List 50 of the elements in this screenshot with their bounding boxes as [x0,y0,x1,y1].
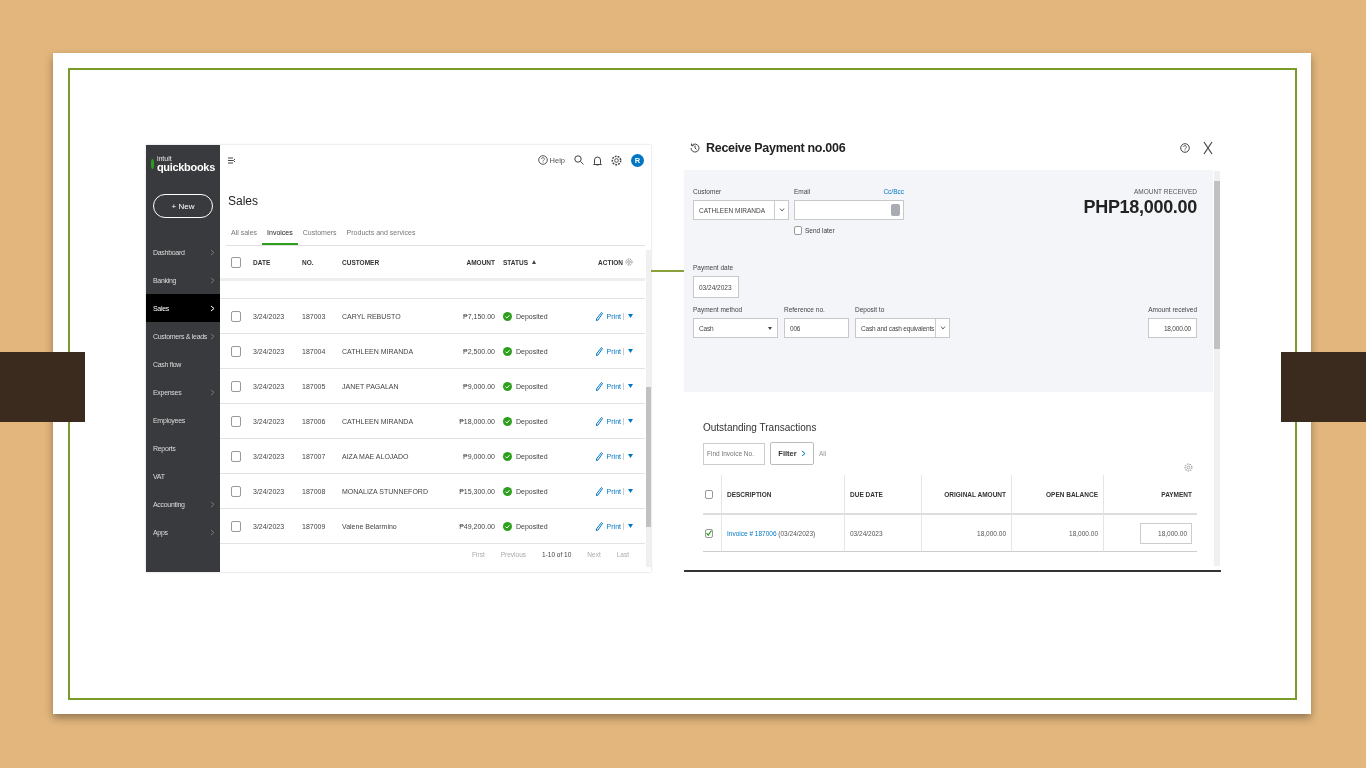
help-icon [537,155,548,165]
check-circle-icon [503,416,512,426]
pencil-icon[interactable] [595,311,603,321]
row-checkbox[interactable] [231,485,241,497]
pencil-icon[interactable] [595,486,603,496]
close-icon[interactable] [1203,140,1213,155]
pencil-icon[interactable] [595,381,603,391]
pencil-icon[interactable] [595,451,603,461]
check-circle-icon [503,451,512,461]
row-checkbox[interactable] [231,345,241,357]
help-icon[interactable] [1180,142,1190,153]
menu-icon [228,156,236,164]
caret-icon[interactable] [628,524,633,528]
sort-arrow-icon [532,260,537,264]
logo-text: quickbooks [156,162,215,173]
caret-icon[interactable] [628,349,633,353]
row-checkbox[interactable] [705,528,713,538]
logo-icon [151,159,154,169]
caret-icon[interactable] [628,314,633,318]
settings-icon[interactable] [611,154,622,166]
check-circle-icon [503,346,512,356]
row-checkbox[interactable] [231,310,241,322]
check-circle-icon [503,486,512,496]
email-field[interactable] [794,200,904,220]
pencil-icon[interactable] [595,521,603,531]
dialog-title: Receive Payment no.006 [706,140,847,155]
row-checkbox[interactable] [231,450,241,462]
section-title: Outstanding Transactions [703,422,818,433]
chevron-right-icon [800,450,806,457]
caret-icon[interactable] [628,454,633,458]
clock-refresh-icon [689,141,701,154]
bell-icon[interactable] [593,154,602,166]
send-later-checkbox[interactable] [794,226,802,235]
caret-icon[interactable] [628,489,633,493]
row-checkbox[interactable] [231,380,241,392]
caret-icon[interactable] [628,384,633,388]
check-circle-icon [503,521,512,531]
search-icon[interactable] [574,155,584,165]
amount-received-total: PHP18,000.00 [1083,197,1197,218]
check-circle-icon [503,381,512,391]
caret-icon[interactable] [628,419,633,423]
row-checkbox[interactable] [231,415,241,427]
check-circle-icon [503,311,512,321]
caret-icon [768,326,772,330]
pencil-icon[interactable] [595,416,603,426]
select-all-checkbox[interactable] [705,489,713,499]
row-checkbox[interactable] [231,520,241,532]
page-title: Sales [228,194,260,208]
pencil-icon[interactable] [595,346,603,356]
select-all-checkbox[interactable] [231,256,241,268]
